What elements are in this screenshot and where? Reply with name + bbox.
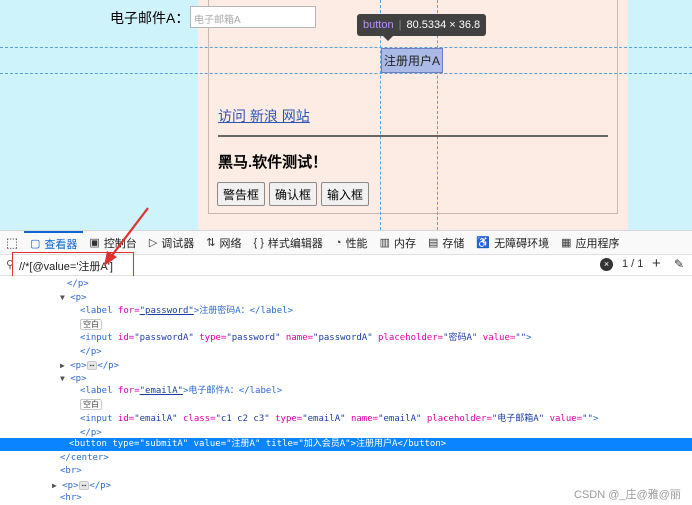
collapse-triangle-icon: ▶ — [52, 481, 57, 490]
tree-line: 空白 — [0, 319, 692, 332]
tab-label: 查看器 — [44, 238, 78, 251]
tab-performance[interactable]: ◔ 性能 — [329, 231, 374, 255]
confirm-button[interactable]: 确认框 — [269, 182, 318, 206]
collapse-triangle-icon: ▶ — [60, 361, 65, 370]
tab-style-editor[interactable]: { } 样式编辑器 — [248, 231, 329, 255]
clear-search-icon[interactable]: × — [600, 258, 613, 271]
tree-line[interactable]: </center> — [0, 452, 692, 465]
tree-line[interactable]: ▼ <p> — [0, 372, 692, 385]
whitespace-badge: 空白 — [80, 319, 102, 330]
tooltip-separator: | — [398, 19, 402, 31]
page-heading: 黑马.软件测试！ — [218, 154, 328, 171]
search-highlight-box — [12, 252, 134, 279]
tab-network[interactable]: ⇅ 网络 — [200, 231, 247, 255]
email-field[interactable]: 电子邮箱A — [190, 6, 316, 28]
divider — [218, 135, 608, 137]
collapsed-content-badge: ⋯ — [86, 361, 98, 370]
element-picker-icon[interactable]: ⬚ — [0, 231, 24, 255]
inspector-icon: ▢ — [30, 238, 41, 250]
tab-debugger[interactable]: ▷ 调试器 — [143, 231, 200, 255]
expand-triangle-icon: ▼ — [60, 374, 65, 383]
braces-icon: { } — [253, 236, 264, 249]
tab-accessibility[interactable]: ♿ 无障碍环境 — [470, 231, 555, 255]
tree-line[interactable]: <br> — [0, 465, 692, 478]
tree-line[interactable]: <input id="emailA" class="c1 c2 c3" type… — [0, 413, 692, 426]
tree-line[interactable]: ▼ <p> — [0, 291, 692, 304]
dialog-buttons: 警告框 确认框 输入框 — [217, 182, 370, 206]
email-label: 电子邮件A： — [110, 10, 190, 26]
tab-label: 存储 — [442, 237, 465, 250]
tab-inspector[interactable]: ▢ 查看器 — [24, 230, 84, 255]
tab-label: 网络 — [219, 237, 242, 250]
tree-line[interactable]: ▶ <p> ⋯ </p> — [0, 359, 692, 372]
tooltip-size: 80.5334 × 36.8 — [406, 19, 481, 31]
search-result-count: 1 / 1 — [622, 258, 644, 270]
tree-line: 空白 — [0, 399, 692, 412]
tab-application[interactable]: ▦ 应用程序 — [555, 231, 625, 255]
tab-label: 控制台 — [103, 237, 137, 250]
storage-icon: ▤ — [427, 237, 439, 249]
debugger-icon: ▷ — [148, 237, 158, 249]
console-icon: ▣ — [89, 237, 100, 249]
tab-label: 内存 — [393, 237, 416, 250]
guide-line-bottom — [0, 73, 692, 74]
prompt-button[interactable]: 输入框 — [321, 182, 370, 206]
tab-storage[interactable]: ▤ 存储 — [422, 231, 470, 255]
guide-line-top — [0, 47, 692, 48]
eyedropper-icon[interactable]: ✎ — [674, 257, 684, 271]
tab-console[interactable]: ▣ 控制台 — [83, 231, 142, 255]
tree-line[interactable]: <input id="passwordA" type="password" na… — [0, 332, 692, 345]
tree-line[interactable]: </p> — [0, 278, 692, 291]
add-node-icon[interactable]: + — [652, 255, 661, 272]
register-button[interactable]: 注册用户A — [381, 48, 443, 73]
accessibility-icon: ♿ — [476, 237, 491, 249]
tab-label: 调试器 — [161, 237, 195, 250]
tree-line[interactable]: </p> — [0, 346, 692, 359]
tab-label: 性能 — [345, 237, 368, 250]
webpage-viewport: 电子邮件A： 电子邮箱A button | 80.5334 × 36.8 注册用… — [0, 0, 692, 230]
collapsed-content-badge: ⋯ — [78, 481, 90, 490]
expand-triangle-icon: ▼ — [60, 293, 65, 302]
watermark: CSDN @_庄@雅@丽 — [574, 489, 681, 501]
visit-sina-link[interactable]: 访问 新浪 网站 — [218, 106, 310, 126]
tree-line[interactable]: <label for="password">注册密码A：</label> — [0, 305, 692, 318]
memory-icon: ▥ — [379, 237, 390, 249]
whitespace-badge: 空白 — [80, 399, 102, 410]
element-size-tooltip: button | 80.5334 × 36.8 — [357, 14, 487, 41]
tooltip-tag: button — [363, 19, 394, 31]
tab-label: 样式编辑器 — [267, 237, 323, 250]
markup-tree: </p> ▼ <p> <label for="password">注册密码A：<… — [0, 276, 692, 505]
tree-line[interactable]: <label for="emailA">电子邮件A：</label> — [0, 385, 692, 398]
gauge-icon: ◔ — [334, 236, 342, 249]
tab-label: 无障碍环境 — [494, 237, 550, 250]
alert-button[interactable]: 警告框 — [217, 182, 266, 206]
network-icon: ⇅ — [206, 237, 216, 249]
tab-memory[interactable]: ▥ 内存 — [374, 231, 422, 255]
tree-line-selected[interactable]: <button type="submitA" value="注册A" title… — [0, 438, 692, 451]
grid-icon: ▦ — [561, 237, 572, 249]
tab-label: 应用程序 — [575, 237, 620, 250]
